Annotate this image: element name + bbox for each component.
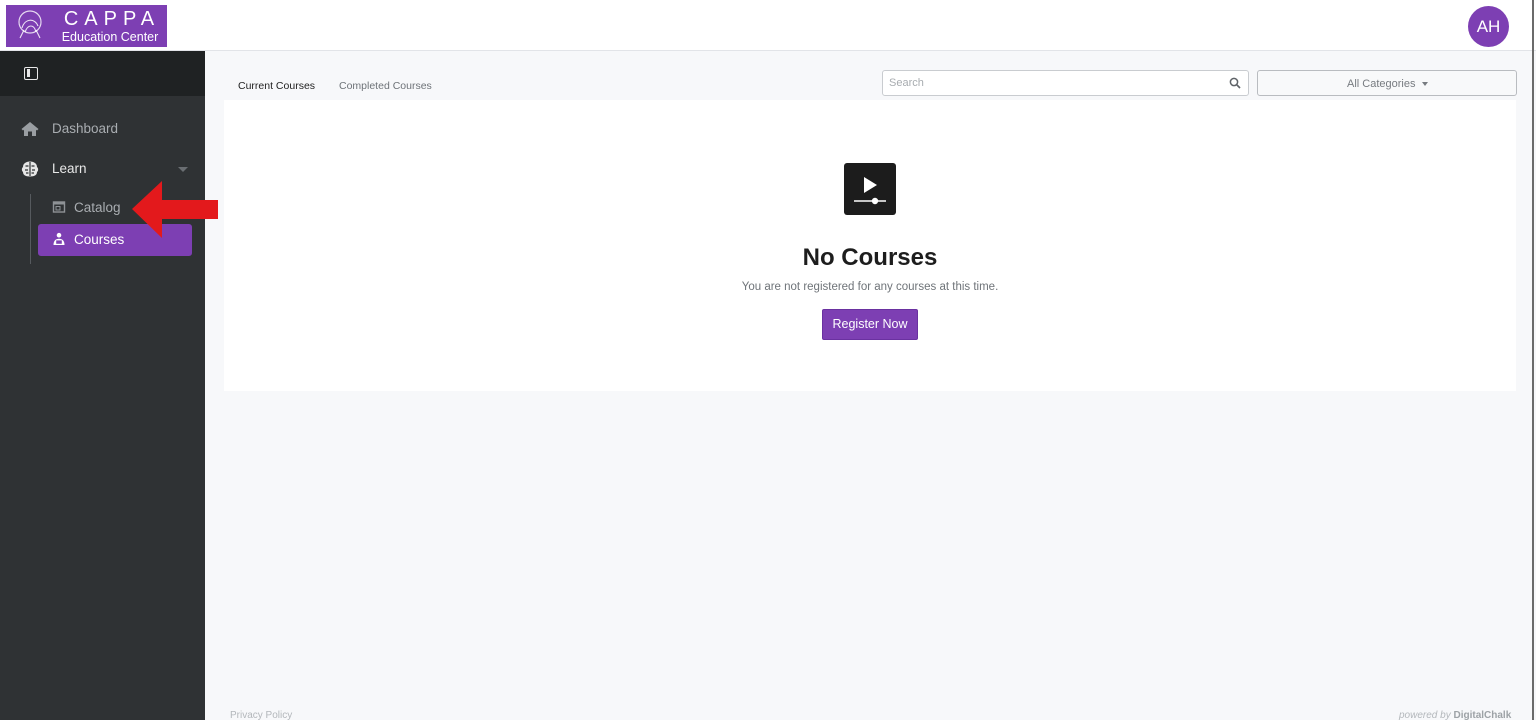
sidebar-header [0,51,205,96]
video-player-icon [844,163,896,215]
submenu-rail [30,194,31,264]
brand-subtitle: Education Center [61,30,159,44]
sidebar-toggle-icon[interactable] [24,67,38,80]
empty-state-message: You are not registered for any courses a… [741,281,999,293]
search-icon[interactable] [1229,77,1241,89]
privacy-policy-link[interactable]: Privacy Policy [230,710,292,720]
chevron-down-icon [1422,82,1428,86]
empty-state-title: No Courses [802,244,938,271]
search-input[interactable] [889,75,1219,91]
sidebar-item-label: Learn [52,161,87,176]
annotation-arrow-icon [132,181,218,238]
category-select[interactable]: All Categories [1257,70,1517,96]
brand-logo[interactable]: CAPPA Education Center [6,5,167,47]
home-icon [21,122,39,136]
powered-by[interactable]: powered by DigitalChalk [1399,710,1511,720]
brand-name: CAPPA [63,8,161,30]
logo-emblem-icon [18,10,42,39]
powered-by-prefix: powered by [1399,710,1451,720]
sidebar-item-label: Dashboard [52,121,119,136]
courses-panel: No Courses You are not registered for an… [224,100,1516,391]
chevron-down-icon[interactable] [178,167,188,172]
sidebar-item-dashboard[interactable]: Dashboard [0,112,205,146]
tab-current-courses[interactable]: Current Courses [238,80,315,92]
courses-icon [53,232,65,245]
category-select-value: All Categories [1347,78,1416,90]
top-bar: CAPPA Education Center AH [0,0,1536,51]
sidebar: Dashboard Learn Catalog Courses [0,51,205,720]
user-avatar[interactable]: AH [1468,6,1509,47]
tab-completed-courses[interactable]: Completed Courses [339,80,432,92]
brain-icon [21,161,39,177]
sidebar-item-label: Courses [74,232,125,247]
register-now-button[interactable]: Register Now [822,309,918,340]
sidebar-item-label: Catalog [74,200,121,215]
window-edge [1532,0,1534,720]
powered-by-brand: DigitalChalk [1453,710,1512,720]
catalog-icon [52,201,66,213]
search-box [882,70,1249,96]
